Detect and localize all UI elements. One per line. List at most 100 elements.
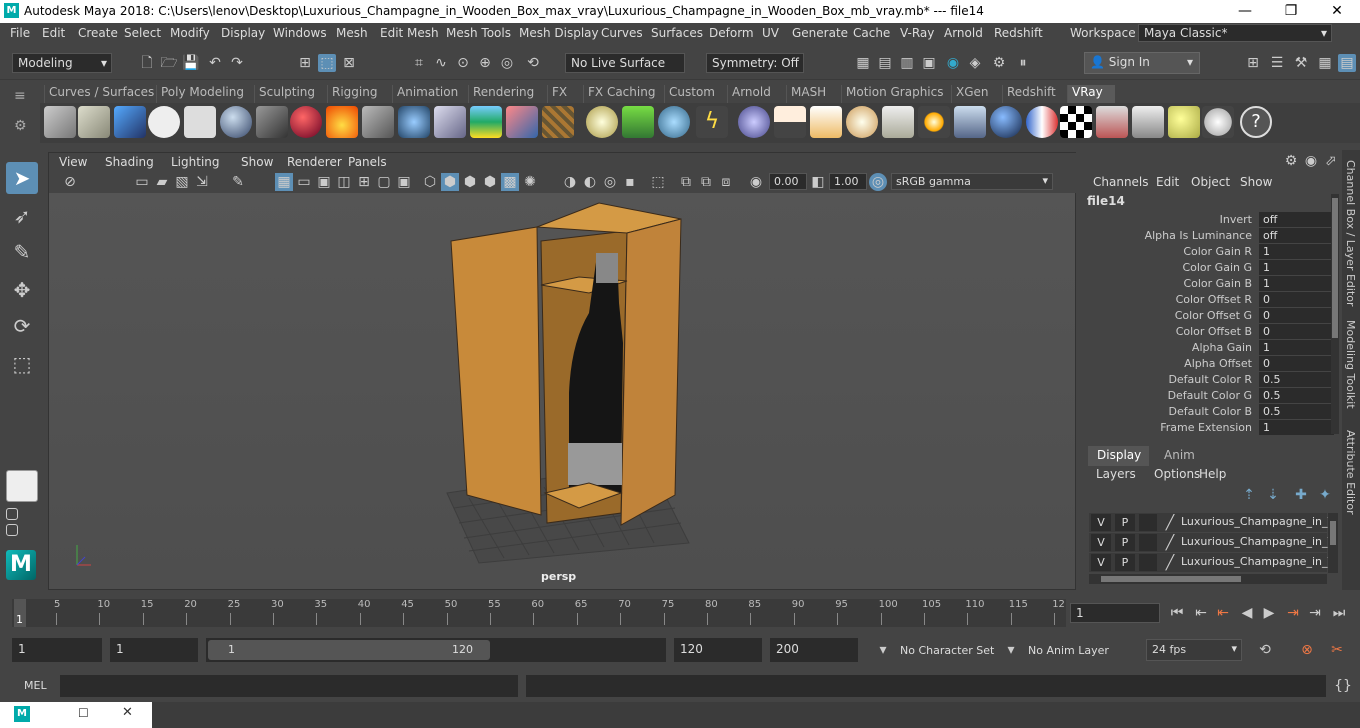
menu-file[interactable]: File (10, 26, 30, 40)
layer-row[interactable]: V P ╱ Luxurious_Champagne_in_V (1089, 513, 1335, 532)
menu-curves[interactable]: Curves (601, 26, 643, 40)
shelf-tab-rigging[interactable]: Rigging (327, 85, 381, 103)
minimized-window[interactable]: M ☐ ✕ (0, 702, 152, 728)
pause-icon[interactable]: ⏸ (1014, 54, 1032, 72)
modeling-toolkit-tab[interactable]: Modeling Toolkit (1344, 320, 1357, 409)
menu-vray[interactable]: V-Ray (900, 26, 934, 40)
playback-end-field[interactable]: 120 (674, 638, 762, 662)
attribute-value-field[interactable]: 0 (1259, 308, 1334, 323)
sign-in-button[interactable]: 👤 Sign In ▾ (1084, 52, 1200, 74)
fps-dropdown[interactable]: 24 fps ▾ (1146, 639, 1242, 661)
redo-icon[interactable]: ↷ (228, 54, 246, 72)
perspective-viewport[interactable]: persp (49, 193, 1075, 589)
resolution-gate-icon[interactable]: ▣ (315, 173, 333, 191)
snap-view-icon[interactable]: ⊕ (476, 54, 494, 72)
play-backwards-icon[interactable]: ◀ (1238, 604, 1256, 622)
attribute-value-field[interactable]: 1 (1259, 244, 1334, 259)
viewport-menu-show[interactable]: Show (241, 155, 273, 169)
shelf-settings-icon[interactable]: ⚙ (14, 118, 32, 136)
layers-menu[interactable]: Layers (1096, 467, 1136, 481)
vray-proxy-icon[interactable] (78, 106, 110, 138)
use-all-lights-icon[interactable]: ▩ (501, 173, 519, 191)
layer-row[interactable]: V P ╱ Luxurious_Champagne_in_V (1089, 533, 1335, 552)
select-tool-icon[interactable]: ➤ (6, 162, 38, 194)
layer-visibility-toggle[interactable]: V (1091, 534, 1111, 551)
anti-aliasing-icon[interactable]: ◎ (601, 173, 619, 191)
snap-surface-icon[interactable]: ◎ (498, 54, 516, 72)
two-view-layout-icon[interactable] (6, 524, 18, 536)
vray-fire-icon[interactable] (326, 106, 358, 138)
vray-sphere-light-icon[interactable] (846, 106, 878, 138)
step-back-frame-icon[interactable]: ⇤ (1192, 604, 1210, 622)
vray-checker-icon[interactable] (1060, 106, 1092, 138)
snap-curve-icon[interactable]: ∿ (432, 54, 450, 72)
menu-mesh-display[interactable]: Mesh Display (519, 26, 599, 40)
show-menu[interactable]: Show (1240, 175, 1272, 189)
vray-environment-icon[interactable] (470, 106, 502, 138)
menu-deform[interactable]: Deform (709, 26, 754, 40)
menu-edit[interactable]: Edit (42, 26, 65, 40)
channels-menu[interactable]: Channels (1093, 175, 1149, 189)
animation-start-field[interactable]: 1 (12, 638, 102, 662)
channel-box-icon[interactable]: ▦ (1316, 54, 1334, 72)
move-layer-down-icon[interactable]: ⇣ (1264, 486, 1282, 504)
textured-icon[interactable]: ⬢ (481, 173, 499, 191)
layer-row[interactable]: V P ╱ Luxurious_Champagne_in_V (1089, 553, 1335, 572)
vray-grass-icon[interactable] (622, 106, 654, 138)
menu-modify[interactable]: Modify (170, 26, 210, 40)
attribute-value-field[interactable]: 0.5 (1259, 404, 1334, 419)
layer-color-icon[interactable]: ╱ (1161, 514, 1179, 532)
attribute-value-field[interactable]: off (1259, 228, 1334, 243)
vray-plane-icon[interactable] (362, 106, 394, 138)
vray-material-icon[interactable] (290, 106, 322, 138)
attribute-name[interactable]: Frame Extension (1160, 421, 1252, 434)
color-management-icon[interactable]: ◎ (869, 173, 887, 191)
move-layer-up-icon[interactable]: ⇡ (1240, 486, 1258, 504)
shelf-tab-fx-caching[interactable]: FX Caching (583, 85, 659, 103)
attribute-value-field[interactable]: off (1259, 212, 1334, 227)
mode-dropdown[interactable]: Modeling ▾ (12, 53, 112, 73)
open-scene-icon[interactable]: 🗁 (160, 54, 178, 72)
grid-icon[interactable]: ▦ (275, 173, 293, 191)
vray-spot-light-icon[interactable] (810, 106, 842, 138)
attribute-value-field[interactable]: 0.5 (1259, 388, 1334, 403)
menu-redshift[interactable]: Redshift (994, 26, 1043, 40)
attribute-editor-icon[interactable]: ☰ (1268, 54, 1286, 72)
menu-create[interactable]: Create (78, 26, 118, 40)
viewport-menu-panels[interactable]: Panels (348, 155, 387, 169)
chevron-down-icon[interactable]: ▾ (1002, 641, 1020, 659)
current-frame-field[interactable]: 1 (1070, 603, 1160, 623)
layer-horizontal-scrollbar[interactable] (1089, 574, 1327, 584)
vray-frame-buffer-icon[interactable]: ⚙ (990, 54, 1008, 72)
menu-cache[interactable]: Cache (853, 26, 890, 40)
layer-vertical-scrollbar[interactable] (1328, 513, 1338, 573)
channel-box-layer-editor-tab[interactable]: Channel Box / Layer Editor (1344, 160, 1357, 307)
layer-visibility-toggle[interactable]: V (1091, 514, 1111, 531)
attribute-name[interactable]: Default Color G (1168, 389, 1252, 402)
attribute-name[interactable]: Color Offset G (1175, 309, 1252, 322)
vray-frame-buffer-shelf-icon[interactable] (1096, 106, 1128, 138)
attribute-name[interactable]: Alpha Is Luminance (1145, 229, 1252, 242)
snap-point-icon[interactable]: ⊙ (454, 54, 472, 72)
gate-mask-icon[interactable]: ◫ (335, 173, 353, 191)
time-ruler[interactable]: 1 5 10 15 20 25 30 35 40 45 50 55 60 65 70 75 80 85 90 95 1… (12, 599, 1066, 627)
menu-windows[interactable]: Windows (273, 26, 327, 40)
snap-grid-icon[interactable]: ⌗ (410, 54, 428, 72)
attribute-name[interactable]: Color Gain G (1182, 261, 1252, 274)
workspace-dropdown[interactable]: Maya Classic* ▾ (1138, 24, 1332, 42)
vray-mesh-sphere-icon[interactable] (738, 106, 770, 138)
new-layer-selected-icon[interactable]: ✦ (1316, 486, 1334, 504)
step-back-key-icon[interactable]: ⇤ (1214, 604, 1232, 622)
gamma-field[interactable]: 1.00 (829, 173, 867, 190)
step-forward-frame-icon[interactable]: ⇥ (1306, 604, 1324, 622)
minimize-button[interactable]: — (1222, 0, 1268, 23)
vray-render-elements-icon[interactable] (114, 106, 146, 138)
vray-blend-material-icon[interactable] (1026, 106, 1058, 138)
render-frame-icon[interactable]: ▣ (920, 54, 938, 72)
go-to-start-icon[interactable]: ⏮ (1168, 604, 1186, 622)
wireframe-on-shaded-icon[interactable]: ⬢ (461, 173, 479, 191)
attribute-name[interactable]: Invert (1220, 213, 1252, 226)
attribute-editor-toggle-icon[interactable]: ◉ (1302, 152, 1320, 170)
attribute-name[interactable]: Color Gain B (1183, 277, 1252, 290)
new-scene-icon[interactable]: 🗋 (138, 54, 156, 72)
